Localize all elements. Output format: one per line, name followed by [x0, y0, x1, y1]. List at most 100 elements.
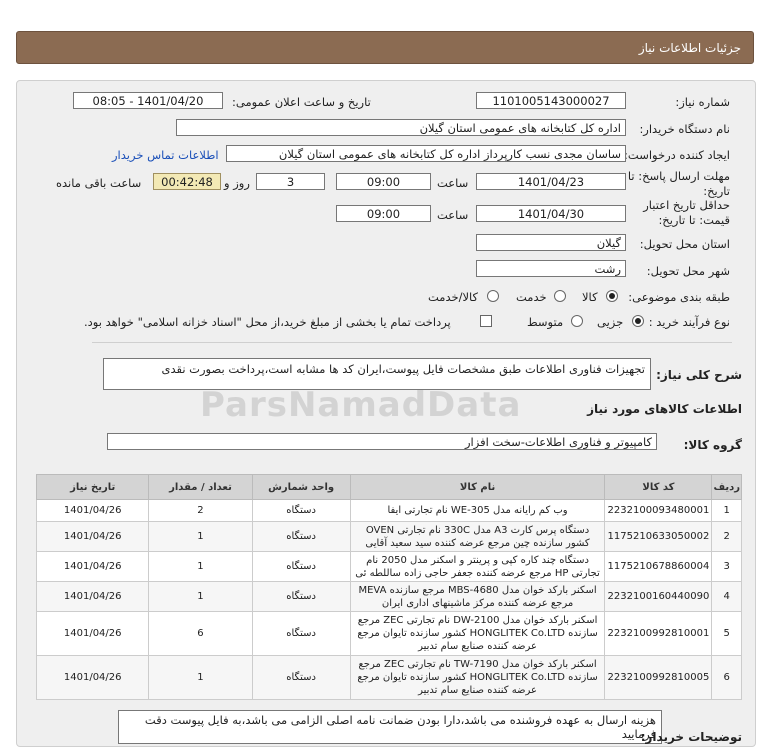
- page: جزئیات اطلاعات نیاز شماره نیاز: 11010051…: [0, 0, 770, 747]
- category-radio-goods[interactable]: [606, 290, 618, 302]
- buyer-contact-link[interactable]: اطلاعات تماس خریدار: [112, 148, 219, 162]
- col-row: ردیف: [711, 474, 742, 500]
- deadline-time-label: ساعت: [437, 176, 469, 190]
- cell-name: اسکنر بارکد خوان مدل MBS-4680 مرجع سازند…: [349, 581, 606, 612]
- city-field: رشت: [476, 260, 626, 277]
- treasury-payment-note: پرداخت تمام یا بخشی از مبلغ خرید،از محل …: [84, 315, 451, 329]
- treasury-payment-checkbox[interactable]: [480, 315, 492, 327]
- city-label: شهر محل تحویل:: [646, 264, 730, 278]
- col-name: نام کالا: [349, 474, 606, 500]
- goods-section-title: اطلاعات کالاهای مورد نیاز: [587, 402, 742, 416]
- province-field: گیلان: [476, 234, 626, 251]
- cell-date: 1401/04/26: [35, 521, 150, 552]
- cell-qty: 1: [148, 521, 253, 552]
- table-row: 5 2232100992810001 اسکنر بارکد خوان مدل …: [35, 611, 742, 656]
- col-unit: واحد شمارش: [251, 474, 351, 500]
- cell-qty: 1: [148, 551, 253, 582]
- validity-date-field: 1401/04/30: [476, 205, 626, 222]
- days-label: روز و: [224, 176, 250, 190]
- table-row: 3 1175210678860004 دستگاه چند کاره کپی و…: [35, 551, 742, 582]
- cell-row: 5: [711, 611, 742, 656]
- col-date: تاریخ نیاز: [35, 474, 150, 500]
- process-option-medium: متوسط: [527, 315, 564, 329]
- cell-code: 2232100992810001: [604, 611, 713, 656]
- category-radio-goods-service[interactable]: [487, 290, 499, 302]
- table-row: 1 2232100093480001 وب کم رایانه مدل WE-3…: [35, 499, 742, 522]
- cell-unit: دستگاه: [251, 499, 351, 522]
- cell-name: دستگاه چند کاره کپی و پرینتر و اسکنر مدل…: [349, 551, 606, 582]
- table-row: 2 1175210633050002 دستگاه پرس کارت A3 مد…: [35, 521, 742, 552]
- buyer-notes-label: توضیحات خریدار:: [640, 730, 742, 744]
- cell-date: 1401/04/26: [35, 551, 150, 582]
- goods-group-field: کامپیوتر و فناوری اطلاعات-سخت افزار: [107, 433, 657, 450]
- cell-code: 1175210633050002: [604, 521, 713, 552]
- time-remaining-label: ساعت باقی مانده: [56, 176, 142, 190]
- buyer-org-label: نام دستگاه خریدار:: [639, 122, 730, 136]
- cell-unit: دستگاه: [251, 551, 351, 582]
- cell-name: وب کم رایانه مدل WE-305 نام تجارتی ایفا: [349, 499, 606, 522]
- goods-group-label: گروه کالا:: [683, 438, 742, 452]
- creator-label: ایجاد کننده درخواست:: [624, 148, 730, 162]
- cell-unit: دستگاه: [251, 581, 351, 612]
- cell-row: 2: [711, 521, 742, 552]
- cell-date: 1401/04/26: [35, 581, 150, 612]
- table-row: 4 2232100160440090 اسکنر بارکد خوان مدل …: [35, 581, 742, 612]
- cell-date: 1401/04/26: [35, 655, 150, 700]
- summary-field: تجهیزات فناوری اطلاعات طبق مشخصات فایل پ…: [103, 358, 651, 390]
- process-option-minor: جزیی: [597, 315, 624, 329]
- category-label: طبقه بندی موضوعی:: [628, 290, 730, 304]
- cell-qty: 1: [148, 655, 253, 700]
- deadline-label-date: تاریخ:: [703, 184, 730, 198]
- province-label: استان محل تحویل:: [639, 237, 730, 251]
- deadline-label: مهلت ارسال پاسخ: تا: [627, 169, 730, 183]
- cell-qty: 2: [148, 499, 253, 522]
- need-number-label: شماره نیاز:: [675, 95, 730, 109]
- cell-name: اسکنر بارکد خوان مدل TW-7190 نام تجارتی …: [349, 655, 606, 700]
- validity-time-field: 09:00: [336, 205, 431, 222]
- process-radio-minor[interactable]: [632, 315, 644, 327]
- col-code: کد کالا: [604, 474, 713, 500]
- col-qty: تعداد / مقدار: [148, 474, 253, 500]
- cell-unit: دستگاه: [251, 521, 351, 552]
- items-table: ردیف کد کالا نام کالا واحد شمارش تعداد /…: [35, 474, 742, 700]
- validity-time-label: ساعت: [437, 208, 469, 222]
- cell-qty: 1: [148, 581, 253, 612]
- table-header-row: ردیف کد کالا نام کالا واحد شمارش تعداد /…: [35, 474, 742, 500]
- cell-row: 1: [711, 499, 742, 522]
- summary-label: شرح کلی نیاز:: [656, 368, 742, 382]
- cell-code: 2232100992810005: [604, 655, 713, 700]
- table-row: 6 2232100992810005 اسکنر بارکد خوان مدل …: [35, 655, 742, 700]
- cell-row: 6: [711, 655, 742, 700]
- time-remaining-field: 00:42:48: [153, 173, 221, 190]
- announce-label: تاریخ و ساعت اعلان عمومی:: [232, 95, 371, 109]
- cell-date: 1401/04/26: [35, 499, 150, 522]
- cell-unit: دستگاه: [251, 611, 351, 656]
- cell-code: 2232100093480001: [604, 499, 713, 522]
- creator-field: ساسان مجدی نسب کارپرداز اداره کل کتابخان…: [226, 145, 626, 162]
- validity-label-date: قیمت: تا تاریخ:: [658, 213, 730, 227]
- cell-qty: 6: [148, 611, 253, 656]
- validity-label: حداقل تاریخ اعتبار: [643, 198, 730, 212]
- cell-row: 3: [711, 551, 742, 582]
- deadline-time-field: 09:00: [336, 173, 431, 190]
- category-radio-service[interactable]: [554, 290, 566, 302]
- process-radio-medium[interactable]: [571, 315, 583, 327]
- process-label: نوع فرآیند خرید :: [648, 315, 730, 329]
- cell-unit: دستگاه: [251, 655, 351, 700]
- need-number-field: 1101005143000027: [476, 92, 626, 109]
- cell-code: 2232100160440090: [604, 581, 713, 612]
- cell-date: 1401/04/26: [35, 611, 150, 656]
- divider: [92, 342, 732, 343]
- buyer-org-field: اداره کل کتابخانه های عمومی استان گیلان: [176, 119, 626, 136]
- announce-field: 1401/04/20 - 08:05: [73, 92, 223, 109]
- cell-code: 1175210678860004: [604, 551, 713, 582]
- deadline-date-field: 1401/04/23: [476, 173, 626, 190]
- page-title: جزئیات اطلاعات نیاز: [16, 31, 754, 64]
- cell-name: دستگاه پرس کارت A3 مدل 330C نام تجارتی O…: [349, 521, 606, 552]
- buyer-notes-field: هزینه ارسال به عهده فروشنده می باشد،دارا…: [118, 710, 662, 744]
- category-option-goods-service: کالا/خدمت: [428, 290, 479, 304]
- cell-row: 4: [711, 581, 742, 612]
- cell-name: اسکنر بارکد خوان مدل DW-2100 نام تجارتی …: [349, 611, 606, 656]
- category-option-service: خدمت: [516, 290, 547, 304]
- days-remaining-field: 3: [256, 173, 325, 190]
